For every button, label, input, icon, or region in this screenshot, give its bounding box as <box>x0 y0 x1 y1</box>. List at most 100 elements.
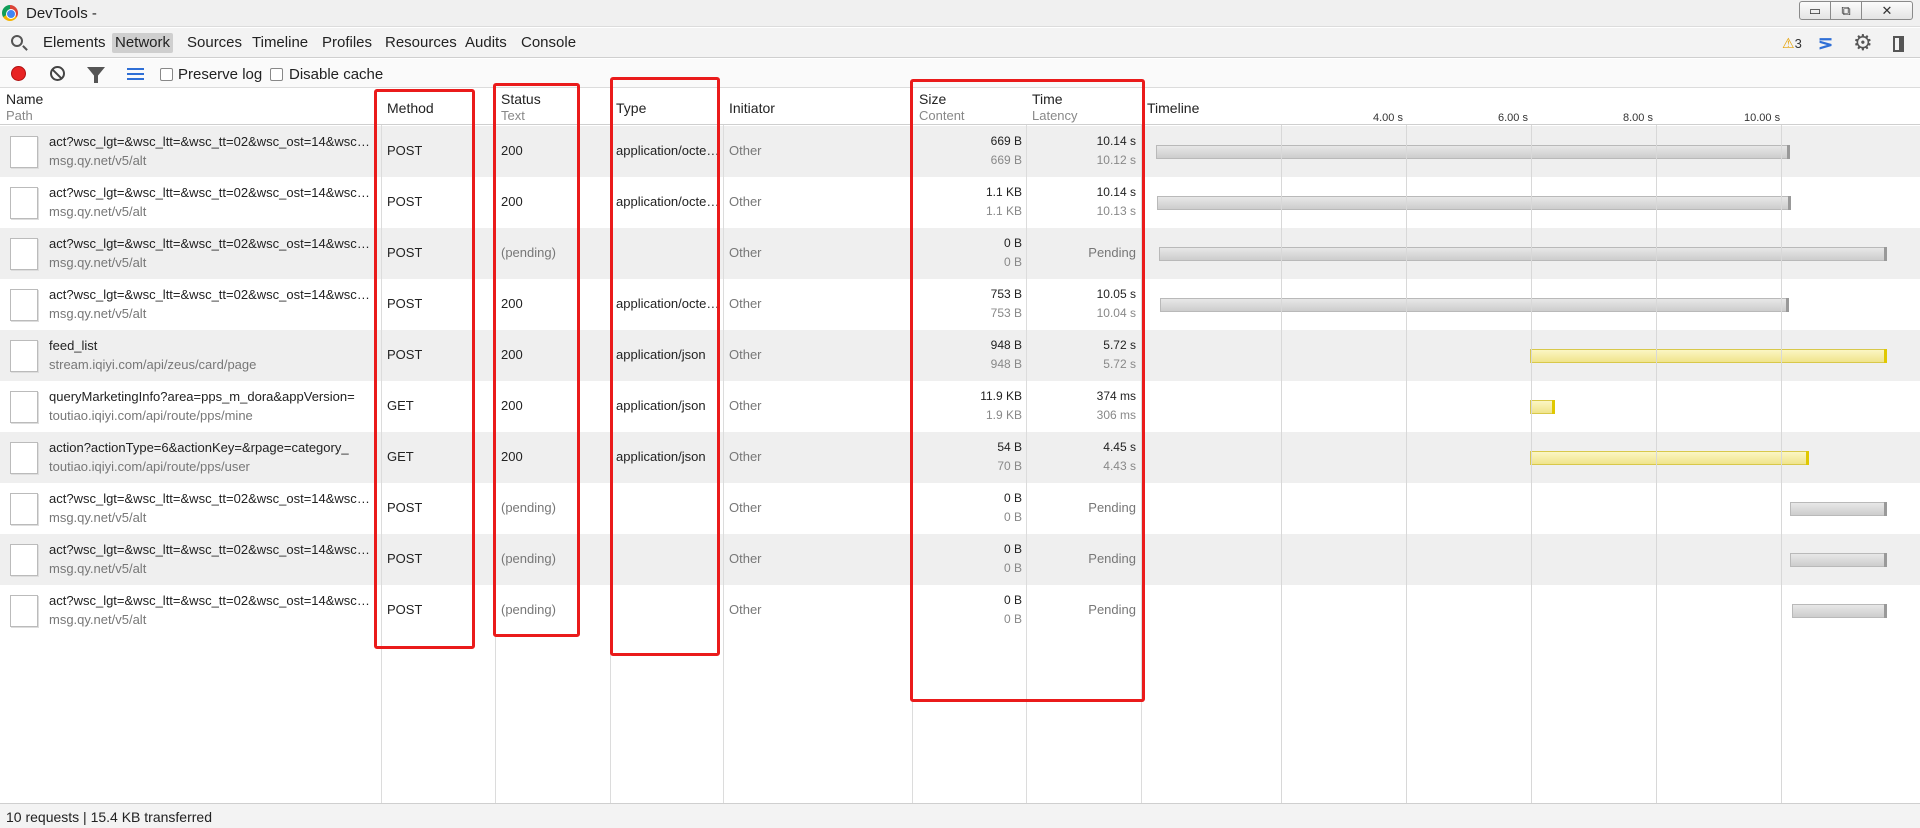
request-path: toutiao.iqiyi.com/api/route/pps/mine <box>49 408 253 423</box>
close-button[interactable]: ✕ <box>1861 1 1913 20</box>
tab-elements[interactable]: Elements <box>40 33 109 53</box>
request-name[interactable]: queryMarketingInfo?area=pps_m_dora&appVe… <box>49 389 374 404</box>
dock-side-icon[interactable] <box>1893 36 1904 52</box>
timeline-bar[interactable] <box>1157 196 1791 210</box>
file-icon <box>10 391 38 423</box>
record-icon[interactable] <box>11 66 26 81</box>
warnings-counter[interactable]: ⚠3 <box>1782 35 1802 52</box>
timeline-bar-end <box>1884 553 1888 567</box>
request-name[interactable]: feed_list <box>49 338 374 353</box>
request-path: toutiao.iqiyi.com/api/route/pps/user <box>49 459 250 474</box>
warnings-count: 3 <box>1794 36 1802 51</box>
request-path: stream.iqiyi.com/api/zeus/card/page <box>49 357 257 372</box>
request-initiator: Other <box>729 143 762 158</box>
request-name[interactable]: act?wsc_lgt=&wsc_ltt=&wsc_tt=02&wsc_ost=… <box>49 491 374 506</box>
request-name[interactable]: act?wsc_lgt=&wsc_ltt=&wsc_tt=02&wsc_ost=… <box>49 542 374 557</box>
file-icon <box>10 289 38 321</box>
file-icon <box>10 442 38 474</box>
timeline-tick: 6.00 s <box>1498 112 1528 124</box>
file-icon <box>10 187 38 219</box>
file-icon <box>10 595 38 627</box>
request-name[interactable]: act?wsc_lgt=&wsc_ltt=&wsc_tt=02&wsc_ost=… <box>49 287 374 302</box>
timeline-bar[interactable] <box>1160 298 1789 312</box>
request-initiator: Other <box>729 194 762 209</box>
timeline-tick: 4.00 s <box>1373 112 1403 124</box>
request-initiator: Other <box>729 602 762 617</box>
tab-audits[interactable]: Audits <box>462 33 510 53</box>
request-initiator: Other <box>729 245 762 260</box>
title-bar: DevTools - ▭ ⧉ ✕ <box>0 0 1920 27</box>
warning-icon: ⚠ <box>1782 35 1795 51</box>
timeline-bar-end <box>1884 604 1888 618</box>
timeline-tick: 10.00 s <box>1744 112 1781 124</box>
request-initiator: Other <box>729 296 762 311</box>
timeline-tick: 8.00 s <box>1623 112 1653 124</box>
filter-icon[interactable] <box>87 67 105 83</box>
timeline-bar[interactable] <box>1790 553 1888 567</box>
file-icon <box>10 493 38 525</box>
clear-icon[interactable] <box>50 66 65 81</box>
highlight-status-column <box>493 83 580 637</box>
minimize-button[interactable]: ▭ <box>1799 1 1831 20</box>
request-path: msg.qy.net/v5/alt <box>49 306 147 321</box>
timeline-bar[interactable] <box>1790 502 1888 516</box>
panel-tab-bar: Elements Network Sources Timeline Profil… <box>0 28 1920 58</box>
request-name[interactable]: act?wsc_lgt=&wsc_ltt=&wsc_tt=02&wsc_ost=… <box>49 134 374 149</box>
disable-cache-label: Disable cache <box>289 66 384 83</box>
tab-sources[interactable]: Sources <box>184 33 245 53</box>
request-path: msg.qy.net/v5/alt <box>49 255 147 270</box>
request-initiator: Other <box>729 449 762 464</box>
timeline-bar[interactable] <box>1792 604 1888 618</box>
timeline-bar-end <box>1884 247 1888 261</box>
network-requests-table: act?wsc_lgt=&wsc_ltt=&wsc_tt=02&wsc_ost=… <box>0 77 1920 803</box>
column-timeline[interactable]: Timeline <box>1147 100 1199 116</box>
status-summary: 10 requests | 15.4 KB transferred <box>6 809 212 825</box>
status-bar: 10 requests | 15.4 KB transferred <box>0 803 1920 828</box>
tab-profiles[interactable]: Profiles <box>319 33 375 53</box>
preserve-log-label: Preserve log <box>178 66 263 83</box>
request-name[interactable]: act?wsc_lgt=&wsc_ltt=&wsc_tt=02&wsc_ost=… <box>49 185 374 200</box>
timeline-bar[interactable] <box>1529 451 1810 465</box>
highlight-method-column <box>374 89 475 649</box>
gear-icon[interactable]: ⚙ <box>1853 30 1873 56</box>
timeline-bar-end <box>1785 298 1789 312</box>
file-icon <box>10 340 38 372</box>
restore-button[interactable]: ⧉ <box>1830 1 1862 20</box>
column-initiator[interactable]: Initiator <box>729 100 775 116</box>
disable-cache-checkbox[interactable] <box>270 68 283 81</box>
tab-resources[interactable]: Resources <box>382 33 460 53</box>
highlight-type-column <box>610 77 720 656</box>
timeline-bar[interactable] <box>1156 145 1790 159</box>
request-initiator: Other <box>729 347 762 362</box>
file-icon <box>10 136 38 168</box>
column-name[interactable]: Name <box>6 91 43 107</box>
request-initiator: Other <box>729 398 762 413</box>
tab-console[interactable]: Console <box>518 33 579 53</box>
request-initiator: Other <box>729 551 762 566</box>
timeline-bar-end <box>1884 502 1888 516</box>
request-path: msg.qy.net/v5/alt <box>49 612 147 627</box>
request-path: msg.qy.net/v5/alt <box>49 204 147 219</box>
request-path: msg.qy.net/v5/alt <box>49 153 147 168</box>
column-path: Path <box>6 108 33 123</box>
timeline-bar-end <box>1806 451 1810 465</box>
window-title: DevTools - <box>26 5 97 22</box>
request-path: msg.qy.net/v5/alt <box>49 561 147 576</box>
file-icon <box>10 238 38 270</box>
request-name[interactable]: action?actionType=6&actionKey=&rpage=cat… <box>49 440 374 455</box>
timeline-bar[interactable] <box>1159 247 1888 261</box>
timeline-bar-end <box>1786 145 1790 159</box>
chrome-icon <box>2 5 18 21</box>
tab-timeline[interactable]: Timeline <box>249 33 311 53</box>
timeline-bar-end <box>1551 400 1555 414</box>
tab-network[interactable]: Network <box>112 33 174 53</box>
request-initiator: Other <box>729 500 762 515</box>
timeline-bar[interactable] <box>1529 349 1888 363</box>
timeline-bar[interactable] <box>1529 400 1555 414</box>
preserve-log-checkbox[interactable] <box>160 68 173 81</box>
console-drawer-icon[interactable]: ⋝ <box>1818 33 1833 54</box>
request-name[interactable]: act?wsc_lgt=&wsc_ltt=&wsc_tt=02&wsc_ost=… <box>49 593 374 608</box>
request-name[interactable]: act?wsc_lgt=&wsc_ltt=&wsc_tt=02&wsc_ost=… <box>49 236 374 251</box>
search-icon[interactable] <box>11 35 23 47</box>
large-rows-icon[interactable] <box>127 68 144 80</box>
